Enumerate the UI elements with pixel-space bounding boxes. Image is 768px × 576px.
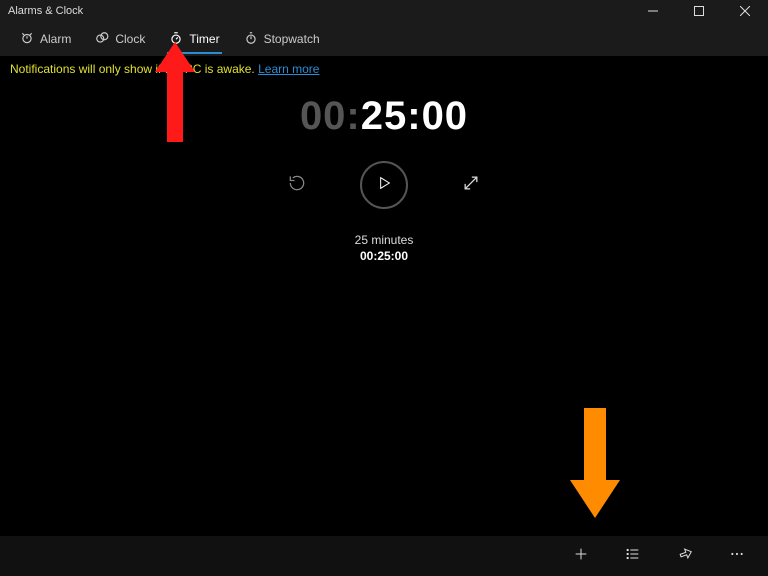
annotation-arrow-red xyxy=(155,42,195,142)
timer-name: 25 minutes xyxy=(0,233,768,247)
play-icon xyxy=(376,175,392,196)
reset-icon xyxy=(287,173,307,198)
play-button[interactable] xyxy=(360,161,408,209)
list-button[interactable] xyxy=(608,536,658,576)
close-button[interactable] xyxy=(722,0,768,22)
plus-icon xyxy=(573,546,589,567)
tab-clock[interactable]: Clock xyxy=(83,22,157,56)
expand-icon xyxy=(461,173,481,198)
timer-minutes-seconds: 25:00 xyxy=(361,94,468,139)
tab-label: Clock xyxy=(115,32,145,46)
annotation-arrow-orange xyxy=(570,408,620,518)
pin-button[interactable] xyxy=(660,536,710,576)
notification-text: Notifications will only show if the PC i… xyxy=(10,62,258,76)
more-icon xyxy=(729,546,745,567)
alarm-icon xyxy=(20,31,34,48)
clock-icon xyxy=(95,31,109,48)
learn-more-link[interactable]: Learn more xyxy=(258,62,319,76)
stopwatch-icon xyxy=(244,31,258,48)
timer-full-time: 00:25:00 xyxy=(0,249,768,263)
timer-stage: 00:25:00 25 minutes 00:25:00 xyxy=(0,82,768,534)
tab-alarm[interactable]: Alarm xyxy=(8,22,83,56)
titlebar: Alarms & Clock xyxy=(0,0,768,22)
timer-digits[interactable]: 00:25:00 xyxy=(0,94,768,139)
add-button[interactable] xyxy=(556,536,606,576)
tab-stopwatch[interactable]: Stopwatch xyxy=(232,22,332,56)
tab-label: Stopwatch xyxy=(264,32,320,46)
tab-label: Alarm xyxy=(40,32,71,46)
timer-hours: 00: xyxy=(300,94,361,139)
tab-bar: Alarm Clock Timer Stopwatch xyxy=(0,22,768,56)
pin-icon xyxy=(677,546,693,567)
window-title: Alarms & Clock xyxy=(8,5,83,17)
notification-bar: Notifications will only show if the PC i… xyxy=(0,56,768,82)
list-icon xyxy=(625,546,641,567)
maximize-button[interactable] xyxy=(676,0,722,22)
expand-button[interactable] xyxy=(458,172,484,198)
command-bar xyxy=(0,536,768,576)
more-button[interactable] xyxy=(712,536,762,576)
minimize-button[interactable] xyxy=(630,0,676,22)
reset-button[interactable] xyxy=(284,172,310,198)
